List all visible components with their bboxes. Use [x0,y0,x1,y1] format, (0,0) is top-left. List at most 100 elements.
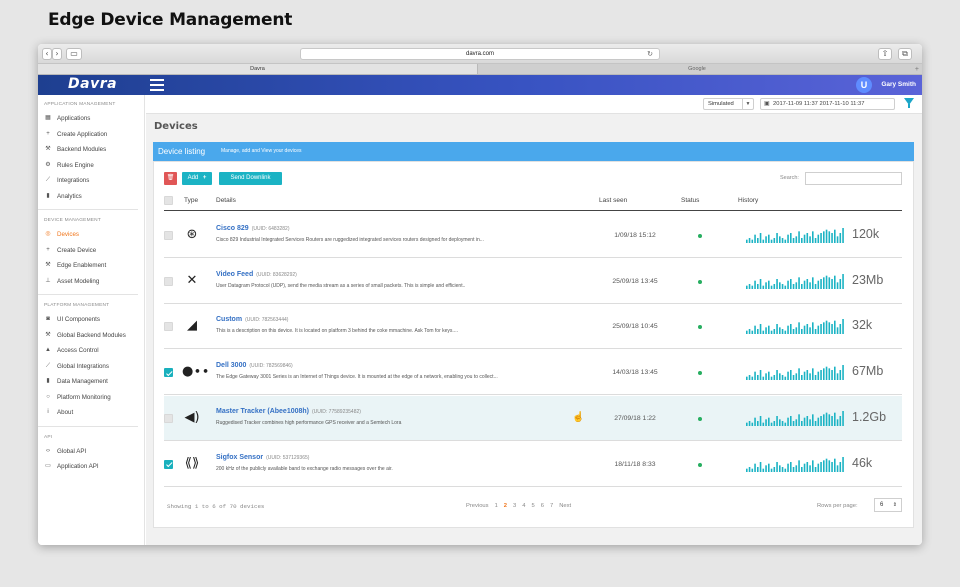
network-icon: ●∙∙ [182,364,210,380]
sparkline-bar [762,239,765,243]
select-all-checkbox[interactable] [164,196,173,205]
page-link[interactable]: 4 [522,503,525,509]
sidebar-item[interactable]: ‹› Global API [38,444,144,460]
share-icon[interactable]: ⇧ [878,48,892,60]
hamburger-menu-icon[interactable] [150,79,164,91]
last-seen: 14/03/18 13:45 [612,369,658,377]
sparkline-bar [759,370,762,381]
next-link[interactable]: Next [559,503,571,509]
search-input[interactable] [805,172,902,185]
page-link[interactable]: 2 [504,503,507,509]
row-checkbox[interactable] [164,276,173,286]
sparkline-bar [776,461,778,472]
sidebar-item[interactable]: ⚒ Edge Enablement [38,258,144,274]
row-checkbox[interactable] [164,413,173,423]
sidebar-item[interactable]: ▭ Application API [38,459,144,475]
add-button[interactable]: Add + [182,172,212,185]
device-name[interactable]: Sigfox Sensor (UUID: 537129365) [216,454,309,461]
sidebar-item-label: Asset Modeling [57,277,100,285]
sidebar-item[interactable]: ⊥ Asset Modeling [38,274,144,290]
sidebar-item[interactable]: ⟋ Integrations [38,173,144,189]
url-bar[interactable]: davra.com ↻ [300,48,660,60]
col-details[interactable]: Details [216,197,236,204]
avatar[interactable]: U [856,77,872,93]
gears-icon: ⚙ [45,161,51,168]
sidebar-item[interactable]: + Create Device [38,243,144,259]
col-history[interactable]: History [738,197,758,204]
sparkline-bar [809,282,811,289]
page-link[interactable]: 6 [541,503,544,509]
sparkline-bar [803,326,806,335]
table-row[interactable]: ⟪⟫ Sigfox Sensor (UUID: 537129365) 200 kH… [164,442,902,487]
tab-google[interactable]: Google [478,64,916,74]
sparkline-bar [765,419,767,426]
tabs-icon[interactable]: ⧉ [898,48,912,60]
sidebar-item[interactable]: ⚙ Rules Engine [38,158,144,174]
col-status[interactable]: Status [681,197,699,204]
table-row[interactable]: ●∙∙ Dell 3000 (UUID: 782569846) The Edge … [164,350,902,396]
device-name[interactable]: Video Feed (UUID: 83628292) [216,271,297,278]
sidebar-item[interactable]: + Create Application [38,127,144,143]
page-link[interactable]: 7 [550,503,553,509]
page-link[interactable]: 3 [513,503,516,509]
reload-icon[interactable]: ↻ [647,49,653,60]
col-last-seen[interactable]: Last seen [599,197,627,204]
sidebar-item[interactable]: ◙ UI Components [38,312,144,328]
row-checkbox[interactable] [164,231,173,240]
sparkline-bar [762,331,765,335]
previous-link[interactable]: Previous [466,503,489,509]
date-range-picker[interactable]: ▣ 2017-11-09 11:37 2017-11-10 11:37 [760,98,895,110]
sidebar-item[interactable]: ▮ Data Management [38,374,144,390]
sidebar-item[interactable]: ⟋ Global Integrations [38,359,144,375]
sidebar-item[interactable]: ▲ Access Control [38,343,144,359]
page-link[interactable]: 5 [532,503,535,509]
send-downlink-button[interactable]: Send Downlink [219,172,282,185]
sparkline-bar [746,331,748,335]
user-name[interactable]: Gary Smith [881,75,916,95]
sparkline-bar [795,236,798,243]
sparkline-bar [773,375,776,381]
mode-select[interactable]: Simulated ▼ [703,98,754,110]
page-link[interactable]: 1 [495,503,498,509]
sparkline-bar [781,420,784,426]
history-value: 1.2Gb [852,409,887,424]
tab-davra[interactable]: Davra [38,64,478,74]
table-row[interactable]: ◀) Master Tracker (Abee1008h) (UUID: 7758… [164,395,902,441]
sparkline-bar [798,368,800,381]
device-name[interactable]: Custom (UUID: 782563444) [216,316,288,323]
table-row[interactable]: ◢ Custom (UUID: 782563444) This is a desc… [164,304,902,350]
row-checkbox[interactable] [164,322,173,332]
sparkline-bar [820,461,822,472]
col-type[interactable]: Type [184,197,198,204]
device-description: Ruggedised Tracker combines high perform… [216,419,402,426]
device-uuid: (UUID: 782569846) [249,363,293,370]
sidebar-item[interactable]: i About [38,405,144,421]
sparkline-bar [754,463,756,472]
delete-button[interactable]: 🗑 [164,172,177,185]
sidebar-divider [38,209,138,210]
grid-icon: ▦ [45,115,51,121]
row-checkbox[interactable] [164,459,173,469]
device-description: This is a description on this device. It… [216,328,458,335]
sidebar-item[interactable]: ⚒ Global Backend Modules [38,328,144,344]
row-checkbox[interactable] [164,368,173,378]
sidebar-item[interactable]: ⚒ Backend Modules [38,142,144,158]
sidebar-item[interactable]: ▮ Analytics [38,189,144,205]
sidebar-item[interactable]: ▦ Applications [38,111,144,127]
device-name[interactable]: Cisco 829 (UUID: 6483282) [216,225,289,232]
table-row[interactable]: ⊛ Cisco 829 (UUID: 6483282) Cisco 829 Ind… [164,213,902,258]
sparkline-bar [817,326,820,335]
logo[interactable]: Davra [68,76,117,92]
sparkline-bar [809,327,811,335]
sidebar-toggle-icon[interactable]: ▭ [66,48,82,60]
forward-button[interactable]: › [52,48,62,60]
rows-per-page-select[interactable]: 6 ⇕ [874,498,902,512]
device-name[interactable]: Master Tracker (Abee1008h) (UUID: 7758923… [216,408,361,415]
sparkline-bar [754,326,756,335]
device-name[interactable]: Dell 3000 (UUID: 782569846) [216,362,293,369]
new-tab-icon[interactable]: + [915,64,919,75]
sidebar-item[interactable]: ◎ Devices [38,227,144,243]
back-button[interactable]: ‹ [42,48,52,60]
sidebar-item[interactable]: ○ Platform Monitoring [38,390,144,406]
table-row[interactable]: ✕ Video Feed (UUID: 83628292) User Datagr… [164,259,902,304]
